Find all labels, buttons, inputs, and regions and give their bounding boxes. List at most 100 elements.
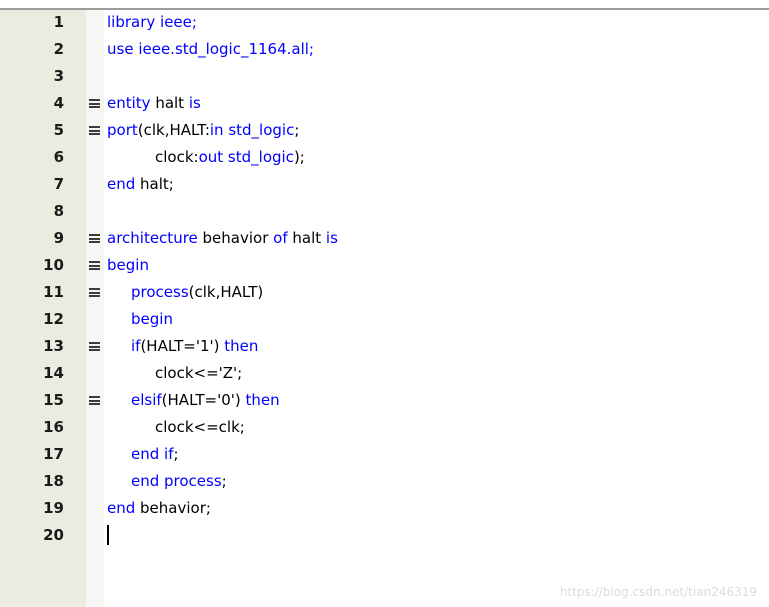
code-text: end if;	[131, 441, 179, 468]
code-line[interactable]: 2 use ieee.std_logic_1164.all;	[0, 36, 769, 63]
line-number: 5	[53, 121, 64, 139]
keyword-token: port	[107, 121, 138, 139]
keyword-token: end if	[131, 445, 174, 463]
line-number: 19	[43, 499, 64, 517]
keyword-token: use ieee.std_logic_1164.all;	[107, 40, 314, 58]
line-number: 6	[53, 148, 64, 166]
code-text: clock:out std_logic);	[155, 144, 305, 171]
code-text: elsif(HALT='0') then	[131, 387, 280, 414]
code-text: clock<='Z';	[155, 360, 242, 387]
keyword-token: process	[131, 283, 189, 301]
text-token: (HALT='0')	[161, 391, 246, 409]
code-line[interactable]: 16 clock<=clk;	[0, 414, 769, 441]
line-number: 14	[43, 364, 64, 382]
fold-box-icon[interactable]	[89, 288, 100, 297]
keyword-token: is	[188, 94, 201, 112]
text-token: ;	[173, 445, 179, 463]
code-line[interactable]: 6 clock:out std_logic);	[0, 144, 769, 171]
code-line[interactable]: 8	[0, 198, 769, 225]
code-text: library ieee;	[107, 9, 197, 36]
line-number: 2	[53, 40, 64, 58]
text-token: halt;	[135, 175, 174, 193]
code-text: port(clk,HALT:in std_logic;	[107, 117, 299, 144]
text-token: halt	[150, 94, 189, 112]
keyword-token: architecture	[107, 229, 198, 247]
code-text: begin	[107, 252, 149, 279]
line-number: 11	[43, 283, 64, 301]
code-line[interactable]: 17 end if;	[0, 441, 769, 468]
line-number: 7	[53, 175, 64, 193]
code-line[interactable]: 12 begin	[0, 306, 769, 333]
line-number: 9	[53, 229, 64, 247]
line-number: 1	[53, 13, 64, 31]
code-line[interactable]: 13 if(HALT='1') then	[0, 333, 769, 360]
line-number: 10	[43, 256, 64, 274]
fold-box-icon[interactable]	[89, 126, 100, 135]
keyword-token: elsif	[131, 391, 162, 409]
keyword-token: then	[224, 337, 259, 355]
watermark: https://blog.csdn.net/tian246319	[559, 585, 757, 599]
fold-box-icon[interactable]	[89, 99, 100, 108]
code-text: architecture behavior of halt is	[107, 225, 338, 252]
text-token: halt	[287, 229, 326, 247]
fold-box-icon[interactable]	[89, 396, 100, 405]
code-text: end process;	[131, 468, 227, 495]
keyword-token: end	[107, 175, 136, 193]
line-number: 12	[43, 310, 64, 328]
text-token: (clk,HALT:	[137, 121, 210, 139]
line-number: 18	[43, 472, 64, 490]
code-text: if(HALT='1') then	[131, 333, 258, 360]
line-number: 20	[43, 526, 64, 544]
keyword-token: begin	[107, 256, 149, 274]
code-line[interactable]: 10 begin	[0, 252, 769, 279]
code-line[interactable]: 4 entity halt is	[0, 90, 769, 117]
text-token: behavior;	[135, 499, 211, 517]
keyword-token: begin	[131, 310, 173, 328]
code-line[interactable]: 14 clock<='Z';	[0, 360, 769, 387]
code-text: end behavior;	[107, 495, 211, 522]
line-number: 15	[43, 391, 64, 409]
code-line[interactable]: 5 port(clk,HALT:in std_logic;	[0, 117, 769, 144]
text-token: behavior	[197, 229, 274, 247]
code-line[interactable]: 19 end behavior;	[0, 495, 769, 522]
keyword-token: is	[325, 229, 338, 247]
code-line[interactable]: 1 library ieee;	[0, 9, 769, 36]
code-text: end halt;	[107, 171, 174, 198]
code-line[interactable]: 20	[0, 522, 769, 549]
text-token: (HALT='1')	[140, 337, 225, 355]
code-line[interactable]: 3	[0, 63, 769, 90]
keyword-token: end process	[131, 472, 222, 490]
line-number: 3	[53, 67, 64, 85]
code-line[interactable]: 15 elsif(HALT='0') then	[0, 387, 769, 414]
keyword-token: then	[245, 391, 280, 409]
text-token: clock<='Z';	[155, 364, 243, 382]
keyword-token: of	[273, 229, 288, 247]
code-line[interactable]: 18 end process;	[0, 468, 769, 495]
keyword-token: in std_logic	[209, 121, 295, 139]
line-number: 17	[43, 445, 64, 463]
text-token: ;	[221, 472, 227, 490]
code-text: entity halt is	[107, 90, 201, 117]
code-line[interactable]: 9 architecture behavior of halt is	[0, 225, 769, 252]
code-line[interactable]: 11 process(clk,HALT)	[0, 279, 769, 306]
keyword-token: end	[107, 499, 136, 517]
line-number: 13	[43, 337, 64, 355]
keyword-token: entity	[107, 94, 151, 112]
line-number: 16	[43, 418, 64, 436]
fold-box-icon[interactable]	[89, 234, 100, 243]
line-number: 4	[53, 94, 64, 112]
text-cursor	[107, 525, 109, 545]
keyword-token: library ieee;	[107, 13, 197, 31]
line-number: 8	[53, 202, 64, 220]
text-token: ;	[294, 121, 300, 139]
code-text: clock<=clk;	[155, 414, 245, 441]
code-line[interactable]: 7 end halt;	[0, 171, 769, 198]
fold-box-icon[interactable]	[89, 261, 100, 270]
keyword-token: out std_logic	[198, 148, 294, 166]
text-token: clock<=clk;	[155, 418, 245, 436]
fold-box-icon[interactable]	[89, 342, 100, 351]
code-text: begin	[131, 306, 173, 333]
text-token: );	[293, 148, 305, 166]
text-token: (clk,HALT)	[188, 283, 264, 301]
code-text: use ieee.std_logic_1164.all;	[107, 36, 314, 63]
